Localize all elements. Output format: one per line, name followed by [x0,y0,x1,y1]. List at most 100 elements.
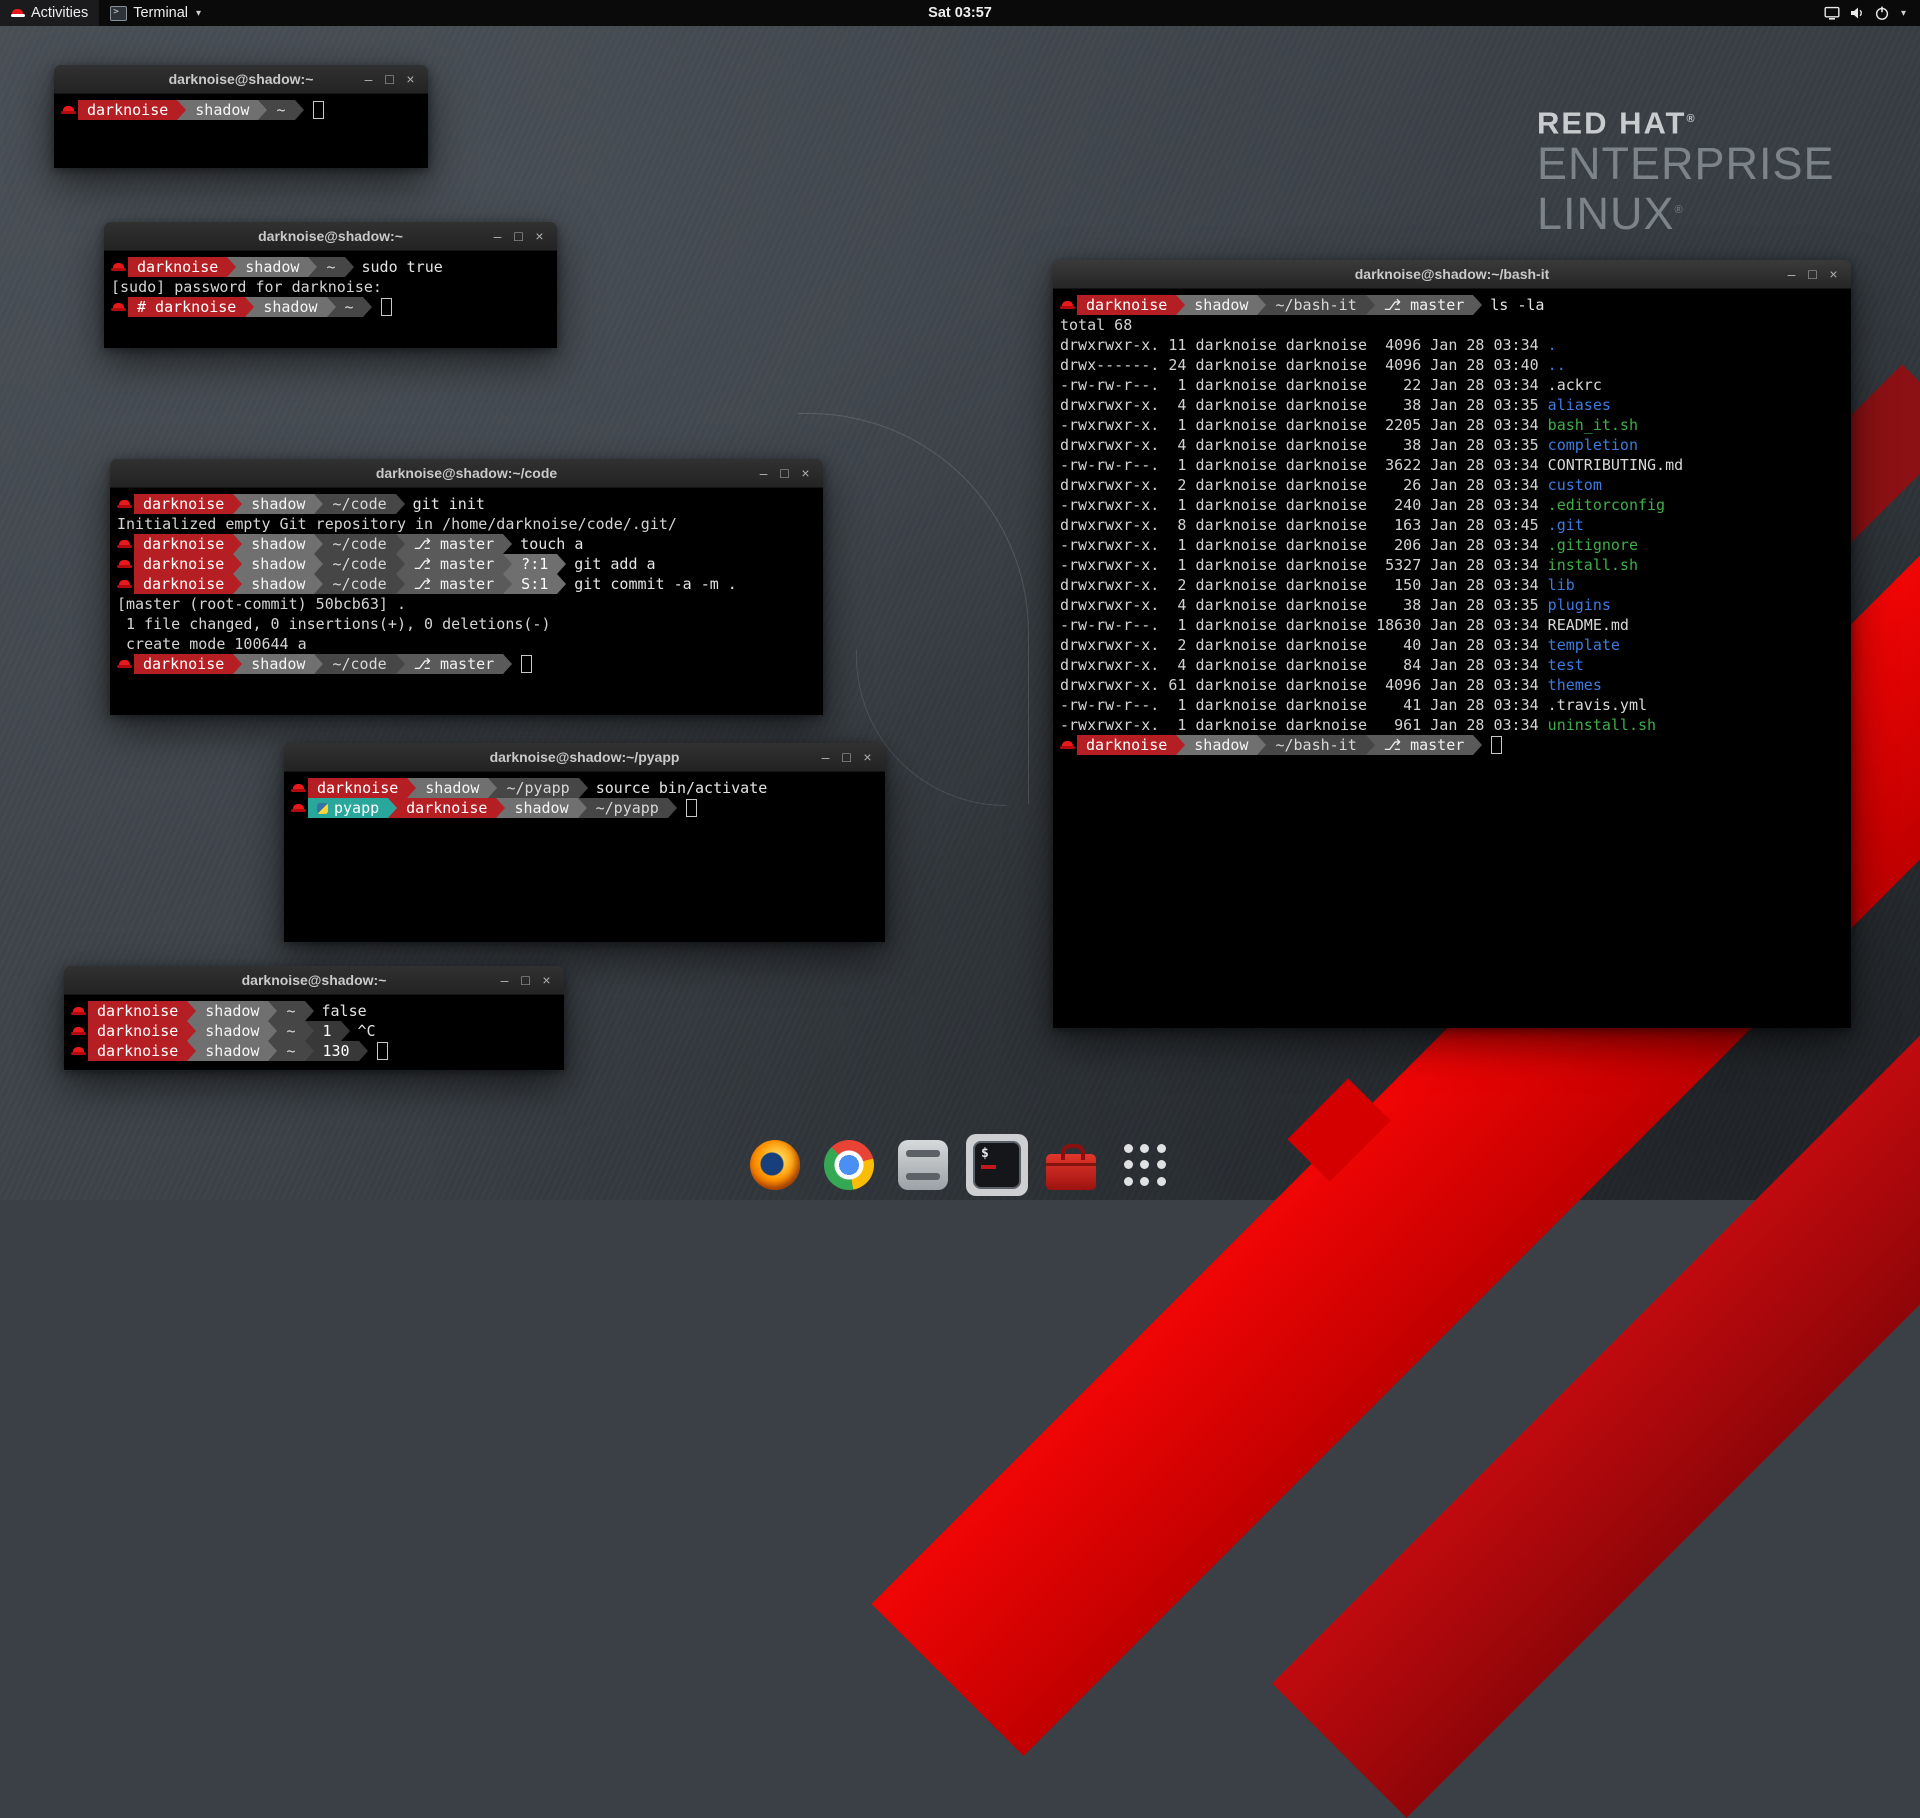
terminal-line: drwxrwxr-x. 2 darknoise darknoise 40 Jan… [1060,635,1844,655]
powerline-separator-icon [396,554,405,574]
powerline-separator-icon [177,100,186,120]
terminal-content[interactable]: darknoiseshadow~/pyappsource bin/activat… [284,772,885,942]
close-button[interactable]: × [529,222,550,250]
powerline-separator-icon [1257,295,1266,315]
prompt-segment-user: # darknoise [128,297,245,317]
terminal-line: Initialized empty Git repository in /hom… [117,514,816,534]
clock[interactable]: Sat 03:57 [928,5,992,21]
minimize-button[interactable]: – [358,65,379,93]
terminal-line: drwxrwxr-x. 2 darknoise darknoise 150 Ja… [1060,575,1844,595]
command-text: git commit -a -m . [574,574,737,594]
powerline-separator-icon [233,574,242,594]
close-button[interactable]: × [857,743,878,771]
terminal-line: darknoiseshadow~/pyappsource bin/activat… [291,778,878,798]
terminal-line: -rwxrwxr-x. 1 darknoise darknoise 206 Ja… [1060,535,1844,555]
output-text: [sudo] password for darknoise: [111,277,391,297]
redhat-prompt-icon [61,100,78,120]
window-title: darknoise@shadow:~ [242,972,387,988]
prompt-segment-path: ~/code [323,654,395,674]
terminal-line: -rwxrwxr-x. 1 darknoise darknoise 240 Ja… [1060,495,1844,515]
maximize-button[interactable]: □ [774,459,795,487]
powerline-separator-icon [388,798,397,818]
window-titlebar[interactable]: darknoise@shadow:~ –□× [54,65,428,94]
terminal-content[interactable]: darknoiseshadow~sudo true[sudo] password… [104,251,557,348]
terminal-line: drwxrwxr-x. 2 darknoise darknoise 26 Jan… [1060,475,1844,495]
output-text: Initialized empty Git repository in /hom… [117,514,677,534]
prompt-segment-host: shadow [186,100,258,120]
window-titlebar[interactable]: darknoise@shadow:~/bash-it–□× [1053,260,1851,289]
maximize-button[interactable]: □ [508,222,529,250]
command-text: ^C [358,1021,376,1041]
file-name: .. [1548,355,1566,375]
powerline-separator-icon [233,494,242,514]
prompt-segment-exit: 1 [314,1021,341,1041]
terminal-content[interactable]: darknoiseshadow~/bash-it⎇ masterls -lato… [1053,289,1851,1028]
powerline-separator-icon [503,554,512,574]
terminal-window: darknoise@shadow:~/bash-it–□×darknoisesh… [1053,260,1851,1027]
terminal-content[interactable]: darknoiseshadow~falsedarknoiseshadow~1^C… [64,995,564,1070]
terminal-content[interactable]: darknoiseshadow~/codegit initInitialized… [110,488,823,715]
command-text: git add a [574,554,655,574]
powerline-separator-icon [187,1001,196,1021]
minimize-button[interactable]: – [1781,260,1802,288]
system-status-area[interactable]: ▾ [1816,0,1914,26]
window-titlebar[interactable]: darknoise@shadow:~–□× [104,222,557,251]
toolbox-icon [1046,1154,1096,1190]
maximize-button[interactable]: □ [836,743,857,771]
powerline-separator-icon [503,574,512,594]
top-bar: Activities Terminal ▾ Sat 03:57 ▾ [0,0,1920,26]
terminal-line: -rw-rw-r--. 1 darknoise darknoise 22 Jan… [1060,375,1844,395]
window-titlebar[interactable]: darknoise@shadow:~/pyapp –□× [284,743,885,772]
redhat-prompt-icon [117,574,134,594]
window-title: darknoise@shadow:~ [169,71,314,87]
ls-line-details: -rwxrwxr-x. 1 darknoise darknoise 2205 J… [1060,415,1548,435]
window-title: darknoise@shadow:~/pyapp [490,749,680,765]
redhat-prompt-icon [117,654,134,674]
terminal-line: darknoiseshadow~/bash-it⎇ master [1060,735,1844,755]
redhat-prompt-icon [111,257,128,277]
window-controls: –□× [358,65,421,93]
prompt-segment-user: darknoise [128,257,227,277]
activities-button[interactable]: Activities [0,0,99,26]
prompt-segment-git: ⎇ master [405,534,504,554]
dock-item-terminal[interactable] [966,1134,1028,1196]
dock-item-app-grid[interactable] [1114,1134,1176,1196]
window-titlebar[interactable]: darknoise@shadow:~/code–□× [110,459,823,488]
command-text: source bin/activate [596,778,768,798]
top-bar-left: Activities Terminal ▾ [0,0,212,26]
ls-line-details: drwxrwxr-x. 4 darknoise darknoise 38 Jan… [1060,595,1548,615]
dock-item-toolbox[interactable] [1040,1134,1102,1196]
activities-label: Activities [31,5,88,21]
output-text: 1 file changed, 0 insertions(+), 0 delet… [117,614,550,634]
ls-line-details: drwxrwxr-x. 4 darknoise darknoise 38 Jan… [1060,435,1548,455]
close-button[interactable]: × [1823,260,1844,288]
app-menu-label: Terminal [133,5,188,21]
powerline-separator-icon [295,100,304,120]
minimize-button[interactable]: – [815,743,836,771]
close-button[interactable]: × [536,966,557,994]
terminal-content[interactable]: darknoiseshadow~ [54,94,428,168]
terminal-line: 1 file changed, 0 insertions(+), 0 delet… [117,614,816,634]
terminal-line: total 68 [1060,315,1844,335]
maximize-button[interactable]: □ [1802,260,1823,288]
prompt-segment-path: ~ [277,1001,304,1021]
window-titlebar[interactable]: darknoise@shadow:~ –□× [64,966,564,995]
maximize-button[interactable]: □ [379,65,400,93]
minimize-button[interactable]: – [494,966,515,994]
powerline-separator-icon [1473,735,1482,755]
close-button[interactable]: × [400,65,421,93]
powerline-separator-icon [1257,735,1266,755]
minimize-button[interactable]: – [487,222,508,250]
dock-item-chrome[interactable] [818,1134,880,1196]
powerline-separator-icon [396,654,405,674]
terminal-line: darknoiseshadow~/code⎇ mastertouch a [117,534,816,554]
prompt-segment-user: darknoise [78,100,177,120]
output-text: create mode 100644 a [117,634,307,654]
dock-item-firefox[interactable] [744,1134,806,1196]
powerline-separator-icon [187,1021,196,1041]
app-menu[interactable]: Terminal ▾ [99,0,212,26]
maximize-button[interactable]: □ [515,966,536,994]
minimize-button[interactable]: – [753,459,774,487]
close-button[interactable]: × [795,459,816,487]
dock-item-files[interactable] [892,1134,954,1196]
